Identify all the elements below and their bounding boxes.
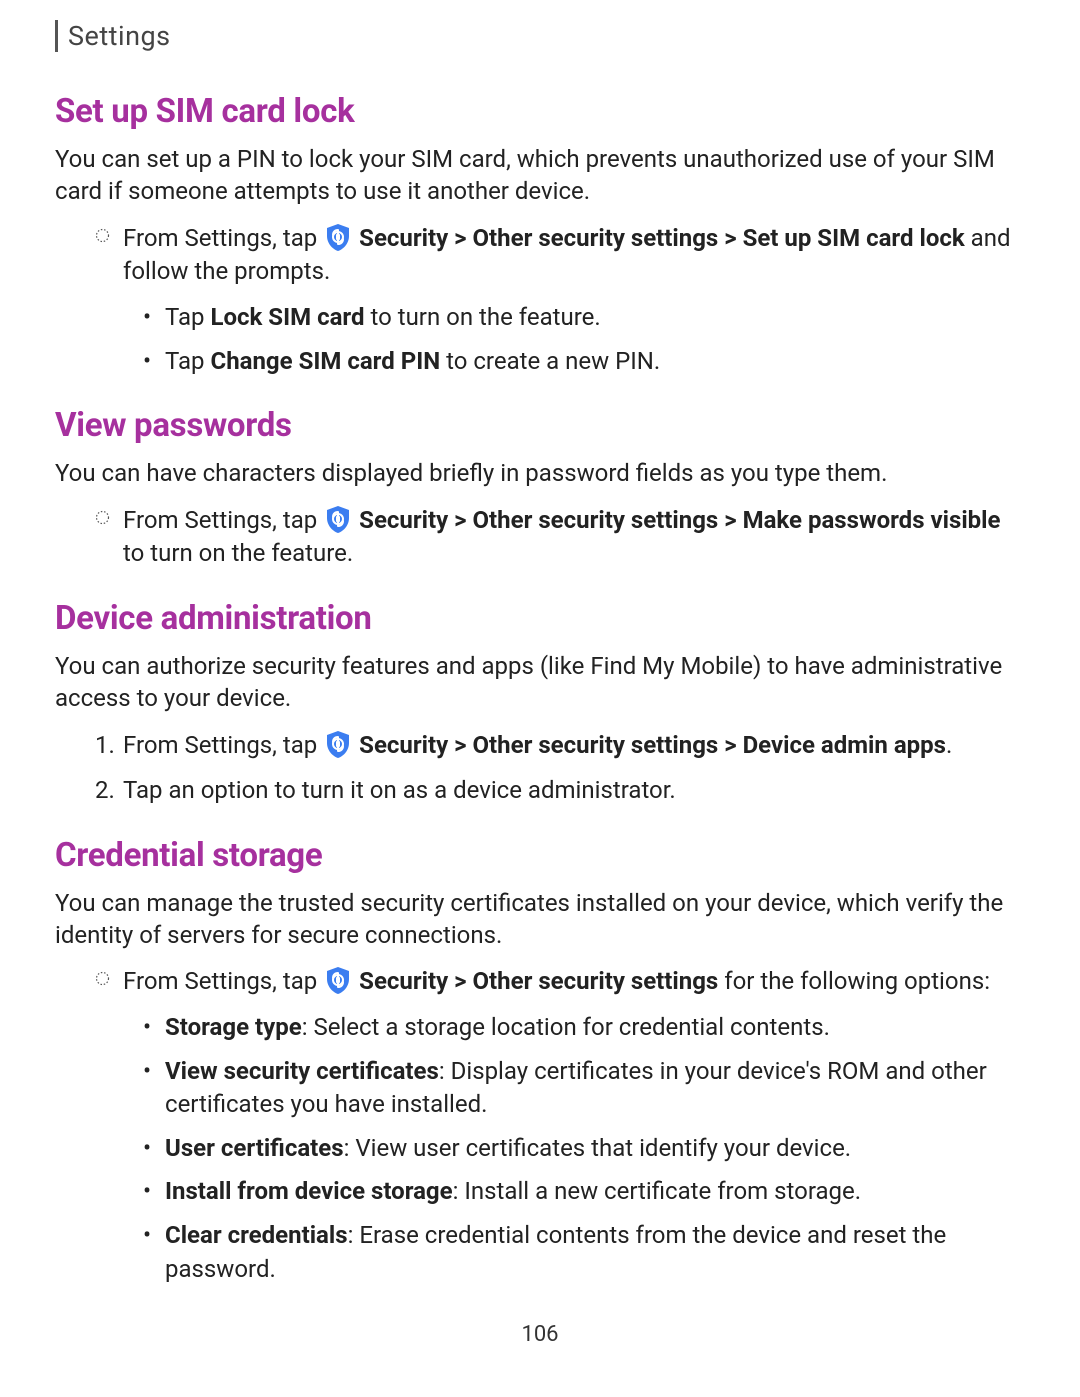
cred-step-prefix: From Settings, tap bbox=[123, 967, 323, 995]
breadcrumb: Settings bbox=[55, 20, 1025, 52]
section-sim-lock: Set up SIM card lock You can set up a PI… bbox=[55, 92, 1025, 378]
device-step1-pre: From Settings, tap bbox=[123, 731, 323, 759]
view-step: From Settings, tap Security > Other secu… bbox=[95, 504, 1025, 571]
sim-sub1-bold: Lock SIM card bbox=[210, 303, 364, 331]
shield-icon bbox=[325, 223, 351, 251]
dotted-circle-icon bbox=[95, 228, 110, 243]
dotted-circle-icon bbox=[95, 510, 110, 525]
view-intro: You can have characters displayed briefl… bbox=[55, 457, 1025, 489]
sim-sub2-post: to create a new PIN. bbox=[440, 347, 660, 375]
sim-intro: You can set up a PIN to lock your SIM ca… bbox=[55, 143, 1025, 208]
device-step2-text: Tap an option to turn it on as a device … bbox=[123, 776, 676, 804]
sim-step-prefix: From Settings, tap bbox=[123, 224, 323, 252]
breadcrumb-label: Settings bbox=[68, 20, 171, 52]
step-number: 1. bbox=[95, 729, 115, 763]
cred-opt3-post: : View user certificates that identify y… bbox=[344, 1134, 852, 1162]
device-step2: 2. Tap an option to turn it on as a devi… bbox=[95, 774, 1025, 808]
heading-credential-storage: Credential storage bbox=[55, 836, 1025, 875]
section-view-passwords: View passwords You can have characters d… bbox=[55, 406, 1025, 571]
cred-opt4: Install from device storage: Install a n… bbox=[143, 1175, 1025, 1209]
cred-opt1-post: : Select a storage location for credenti… bbox=[302, 1013, 830, 1041]
sim-sub2-pre: Tap bbox=[165, 347, 210, 375]
view-step-bold: Security > Other security settings > Mak… bbox=[353, 506, 1000, 534]
step-number: 2. bbox=[95, 774, 115, 808]
device-step1-bold: Security > Other security settings > Dev… bbox=[353, 731, 946, 759]
cred-opt3-bold: User certificates bbox=[165, 1134, 344, 1162]
cred-step: From Settings, tap Security > Other secu… bbox=[95, 965, 1025, 999]
sim-sub1: Tap Lock SIM card to turn on the feature… bbox=[143, 301, 1025, 335]
sim-step: From Settings, tap Security > Other secu… bbox=[95, 222, 1025, 289]
heading-sim-lock: Set up SIM card lock bbox=[55, 92, 1025, 131]
dotted-circle-icon bbox=[95, 971, 110, 986]
cred-opt5-bold: Clear credentials bbox=[165, 1221, 348, 1249]
heading-view-passwords: View passwords bbox=[55, 406, 1025, 445]
section-device-admin: Device administration You can authorize … bbox=[55, 599, 1025, 808]
cred-opt5: Clear credentials: Erase credential cont… bbox=[143, 1219, 1025, 1286]
device-step1-post: . bbox=[946, 731, 952, 759]
cred-opt1: Storage type: Select a storage location … bbox=[143, 1011, 1025, 1045]
shield-icon bbox=[325, 505, 351, 533]
sim-sub1-post: to turn on the feature. bbox=[365, 303, 601, 331]
sim-sub2: Tap Change SIM card PIN to create a new … bbox=[143, 345, 1025, 379]
section-credential-storage: Credential storage You can manage the tr… bbox=[55, 836, 1025, 1287]
shield-icon bbox=[325, 730, 351, 758]
view-step-suffix: to turn on the feature. bbox=[123, 539, 353, 567]
shield-icon bbox=[325, 966, 351, 994]
device-step1: 1. From Settings, tap Security > Other s… bbox=[95, 729, 1025, 763]
sim-sub2-bold: Change SIM card PIN bbox=[210, 347, 440, 375]
device-intro: You can authorize security features and … bbox=[55, 650, 1025, 715]
cred-opt2-bold: View security certificates bbox=[165, 1057, 439, 1085]
page-number: 106 bbox=[0, 1322, 1080, 1347]
cred-intro: You can manage the trusted security cert… bbox=[55, 887, 1025, 952]
sim-step-bold: Security > Other security settings > Set… bbox=[353, 224, 964, 252]
cred-opt4-bold: Install from device storage bbox=[165, 1177, 453, 1205]
view-step-prefix: From Settings, tap bbox=[123, 506, 323, 534]
cred-step-bold: Security > Other security settings bbox=[353, 967, 718, 995]
cred-opt3: User certificates: View user certificate… bbox=[143, 1132, 1025, 1166]
heading-device-admin: Device administration bbox=[55, 599, 1025, 638]
cred-opt2: View security certificates: Display cert… bbox=[143, 1055, 1025, 1122]
cred-step-suffix: for the following options: bbox=[718, 967, 990, 995]
sim-sub1-pre: Tap bbox=[165, 303, 210, 331]
cred-opt4-post: : Install a new certificate from storage… bbox=[453, 1177, 861, 1205]
cred-opt1-bold: Storage type bbox=[165, 1013, 302, 1041]
